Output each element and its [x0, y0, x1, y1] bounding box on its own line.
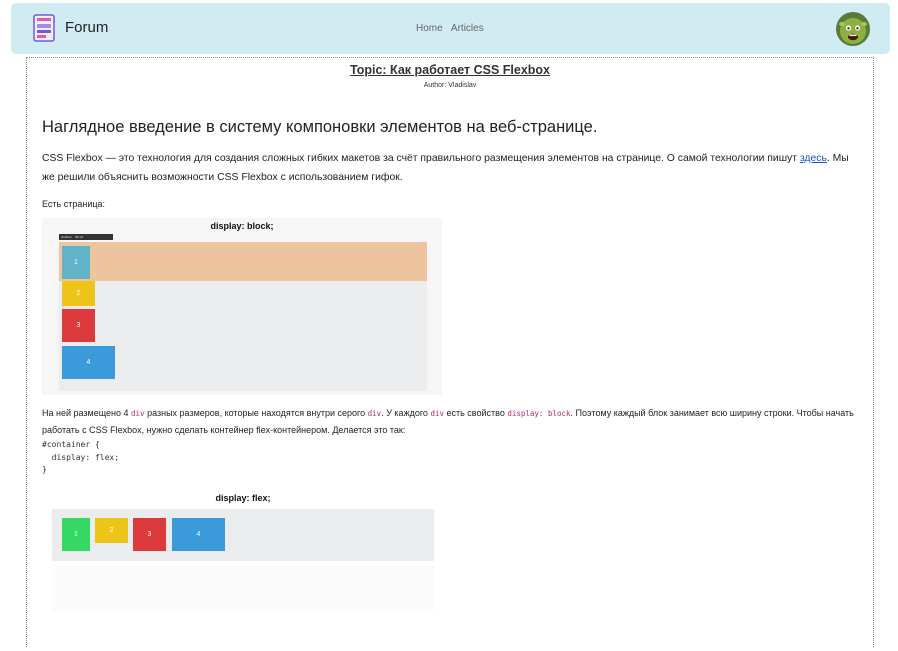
inline-code: div — [367, 409, 382, 418]
navbar: Forum Home Articles — [11, 3, 890, 54]
figure-display-flex: display: flex; 1 2 3 4 — [52, 491, 434, 651]
para-text: есть свойство — [443, 408, 508, 418]
inline-code: div — [430, 409, 444, 418]
flex-item-3: 3 — [133, 518, 166, 551]
article-container: Topic: Как работает CSS Flexbox Author: … — [26, 57, 874, 651]
figure-title: display: flex; — [215, 493, 271, 503]
brand-title[interactable]: Forum — [65, 19, 108, 36]
figure-fade — [52, 566, 434, 611]
forum-logo-icon[interactable] — [33, 14, 55, 42]
flex-item-2: 2 — [95, 518, 128, 543]
para-text: разных размеров, которые находятся внутр… — [144, 408, 368, 418]
figure-title: display: block; — [210, 221, 274, 231]
nav-links: Home Articles — [416, 23, 490, 34]
intro-text: CSS Flexbox — это технология для создани… — [42, 153, 800, 164]
article-heading: Наглядное введение в систему компоновки … — [42, 118, 598, 136]
nav-home-link[interactable]: Home — [416, 23, 443, 34]
inline-code: display: block — [507, 409, 571, 418]
flex-item-2: 2 — [62, 281, 95, 306]
devtools-tooltip: div#item · 28×34 — [59, 234, 113, 240]
para-text: . У каждого — [381, 408, 431, 418]
flex-item-3: 3 — [62, 309, 95, 342]
code-block: #container { display: flex; } — [42, 440, 120, 474]
flex-item-4: 4 — [172, 518, 225, 551]
flex-item-1: 1 — [62, 246, 90, 279]
flex-item-4: 4 — [62, 346, 115, 379]
figure-display-block: display: block; div#item · 28×34 1 2 3 4 — [42, 218, 442, 395]
intro-paragraph: CSS Flexbox — это технология для создани… — [42, 149, 864, 187]
nav-articles-link[interactable]: Articles — [451, 23, 484, 34]
peach-highlight — [59, 242, 427, 281]
avatar[interactable] — [836, 12, 870, 46]
page-label: Есть страница: — [42, 199, 106, 209]
intro-link[interactable]: здесь — [800, 153, 827, 164]
inline-code: div — [131, 409, 145, 418]
flex-item-1: 1 — [62, 518, 90, 551]
author-label: Author: Vladislav — [423, 82, 477, 89]
description-paragraph: На ней размещено 4 div разных размеров, … — [42, 405, 867, 438]
para-text: На ней размещено 4 — [42, 408, 132, 418]
topic-title[interactable]: Topic: Как работает CSS Flexbox — [27, 63, 873, 77]
